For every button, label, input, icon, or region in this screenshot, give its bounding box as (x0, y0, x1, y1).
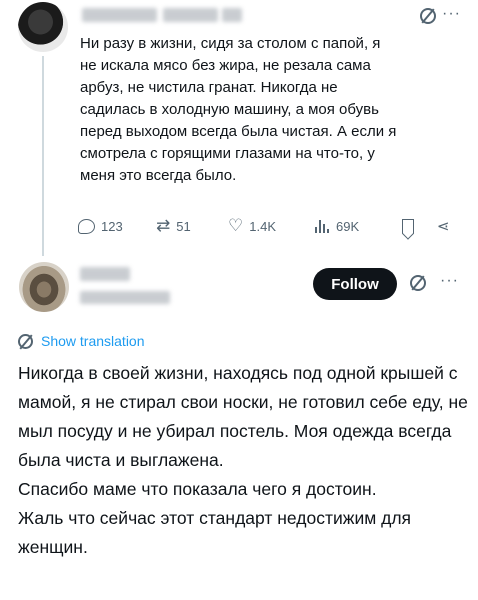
repost-button[interactable]: ⇄ 51 (156, 214, 191, 238)
like-count: 1.4K (249, 218, 276, 234)
avatar[interactable] (19, 262, 69, 312)
views-icon (314, 219, 330, 233)
translate-icon (18, 333, 33, 349)
thread-line (42, 56, 44, 256)
post-text-line: Ни разу в жизни, сидя за столом с папой,… (80, 35, 381, 52)
post-text-line: меня это всегда было. (80, 167, 237, 184)
repost-count: 51 (176, 218, 191, 234)
reply-icon (78, 218, 95, 234)
share-icon: ⋖ (437, 218, 450, 235)
reply-count: 123 (101, 218, 123, 234)
post-paragraph: Жаль что сейчас этот стандарт недостижим… (18, 508, 412, 557)
more-icon[interactable]: ··· (440, 273, 459, 289)
post-text-line: садилась в холодную машину, а моя обувь (80, 101, 379, 118)
post-1: ··· Ни разу в жизни, сидя за столом с па… (0, 0, 478, 256)
show-translation-label: Show translation (41, 333, 145, 349)
show-translation-link[interactable]: Show translation (18, 333, 145, 349)
avatar[interactable] (18, 2, 68, 52)
follow-button[interactable]: Follow (313, 268, 397, 300)
more-icon[interactable]: ··· (442, 6, 461, 22)
post-text-line: арбуз, не чистила гранат. Никогда не (80, 79, 338, 96)
bookmark-button[interactable] (402, 214, 420, 238)
action-bar: 123 ⇄ 51 ♡ 1.4K 69K ⋖ (78, 214, 468, 238)
timestamp-blurred (222, 8, 242, 22)
post-text-line: перед выходом всегда была чистая. А если… (80, 123, 397, 140)
translate-icon[interactable] (410, 275, 426, 291)
repost-icon: ⇄ (156, 216, 171, 235)
views-button[interactable]: 69K (314, 214, 359, 238)
share-button[interactable]: ⋖ (437, 214, 456, 238)
post-text: Никогда в своей жизни, находясь под одно… (18, 359, 468, 562)
author-name-blurred[interactable] (82, 8, 157, 22)
post-text: Ни разу в жизни, сидя за столом с папой,… (80, 33, 465, 187)
post-text-line: не искала мясо без жира, не резала сама (80, 57, 371, 74)
author-name-blurred[interactable] (80, 267, 130, 281)
reply-button[interactable]: 123 (78, 214, 123, 238)
post-text-line: смотрела с горящими глазами на что-то, у (80, 145, 375, 162)
like-icon: ♡ (228, 216, 244, 235)
bookmark-icon (402, 218, 414, 234)
views-count: 69K (336, 218, 360, 234)
author-handle-blurred[interactable] (80, 291, 170, 304)
post-paragraph: Спасибо маме что показала чего я достоин… (18, 479, 377, 499)
like-button[interactable]: ♡ 1.4K (228, 214, 276, 238)
translate-icon[interactable] (420, 8, 436, 24)
post-paragraph: Никогда в своей жизни, находясь под одно… (18, 363, 468, 470)
post-2: Follow ··· Show translation Никогда в св… (0, 255, 478, 600)
author-handle-blurred[interactable] (163, 8, 218, 22)
